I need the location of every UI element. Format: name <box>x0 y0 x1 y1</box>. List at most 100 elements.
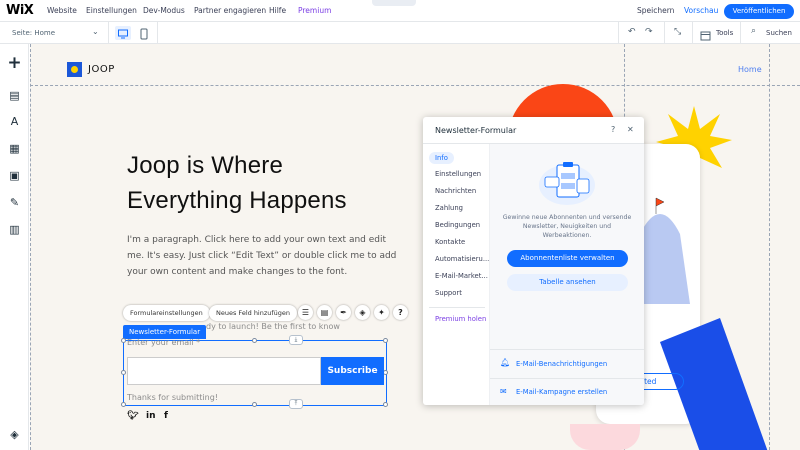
add-elements-icon[interactable]: + <box>7 55 22 72</box>
panel-nav-contacts[interactable]: Kontakte <box>435 238 465 246</box>
panel-nav-support[interactable]: Support <box>435 289 462 297</box>
divider <box>664 22 665 44</box>
layers-icon[interactable]: ◈ <box>7 427 22 442</box>
panel-nav-email-marketing[interactable]: E-Mail-Market... <box>435 272 488 280</box>
chevron-down-icon[interactable]: ⌄ <box>92 27 99 36</box>
design-pen-icon[interactable]: ✒ <box>336 305 351 320</box>
left-sidebar: + ▤ A ▦ ▣ ✎ ▥ ◈ <box>0 44 29 450</box>
site-canvas[interactable]: JOOP Home ust tter rted Joop is Where Ev… <box>30 44 800 450</box>
facebook-icon[interactable]: f <box>164 411 168 421</box>
email-field-label: Enter your email * <box>127 338 201 347</box>
tools-label[interactable]: Tools <box>716 29 733 37</box>
editor-toolbar: Seite: Home ⌄ ↶ ↷ ⤡ Tools ⌕ Suchen <box>0 22 800 44</box>
desktop-icon <box>118 29 128 39</box>
mobile-icon <box>140 28 148 40</box>
add-field-button[interactable]: Neues Feld hinzufügen <box>209 305 298 321</box>
view-table-button[interactable]: Tabelle ansehen <box>507 274 628 291</box>
chevron-up-icon: ⌃ <box>390 0 396 5</box>
blog-icon[interactable]: ✎ <box>7 195 22 210</box>
email-notifications-link[interactable]: E-Mail-Benachrichtigungen <box>516 360 607 368</box>
panel-nav-payment[interactable]: Zahlung <box>435 204 463 212</box>
business-icon[interactable]: ▥ <box>7 222 22 237</box>
search-label[interactable]: Suchen <box>766 29 792 37</box>
pink-shape <box>570 424 640 450</box>
collapse-toolbar-tab[interactable]: ⌃ <box>372 0 416 6</box>
tools-button[interactable] <box>700 27 712 41</box>
media-icon[interactable]: ▣ <box>7 168 22 183</box>
linkedin-icon[interactable]: in <box>146 411 156 421</box>
subscribe-button[interactable]: Subscribe <box>321 357 384 385</box>
brand-logo[interactable] <box>67 62 82 77</box>
form-layout-icon[interactable]: ▤ <box>317 305 332 320</box>
close-icon[interactable]: ✕ <box>627 125 634 134</box>
selection-label[interactable]: Newsletter-Formular <box>123 325 207 339</box>
divider <box>429 307 485 308</box>
resize-handle[interactable] <box>121 370 126 375</box>
search-icon[interactable]: ⌕ <box>751 26 756 36</box>
stretch-icon[interactable]: ✦ <box>374 305 389 320</box>
partially-hidden-text: dy to launch! Be the first to know <box>206 322 340 331</box>
panel-description: Gewinne neue Abonnenten und versende New… <box>502 214 632 239</box>
panel-header: Newsletter-Formular ? ✕ <box>423 117 644 144</box>
resize-handle[interactable] <box>121 402 126 407</box>
panel-nav-settings[interactable]: Einstellungen <box>435 170 481 178</box>
resize-handle[interactable] <box>121 338 126 343</box>
panel-nav-terms[interactable]: Bedingungen <box>435 221 480 229</box>
design-icon[interactable]: A <box>7 114 22 129</box>
menu-help[interactable]: Hilfe <box>269 6 286 15</box>
desktop-view-button[interactable] <box>115 26 131 40</box>
mail-icon: ✉ <box>500 387 507 396</box>
brand-name[interactable]: JOOP <box>88 64 115 75</box>
help-icon[interactable]: ? <box>393 305 408 320</box>
animation-icon[interactable]: ◈ <box>355 305 370 320</box>
hero-headline[interactable]: Joop is Where Everything Happens <box>127 148 427 218</box>
resize-handle[interactable] <box>252 402 257 407</box>
panel-nav-automation[interactable]: Automatisieru... <box>435 255 489 263</box>
sun-icon <box>71 66 78 73</box>
top-menu-bar: WiX Website Einstellungen Dev-Modus Part… <box>0 0 800 22</box>
divider <box>692 22 693 44</box>
layout-icon[interactable]: ☰ <box>298 305 313 320</box>
twitter-icon[interactable]: 🐦︎ <box>127 411 138 421</box>
menu-website[interactable]: Website <box>47 6 77 15</box>
menu-settings[interactable]: Einstellungen <box>86 6 137 15</box>
menu-premium[interactable]: Premium <box>298 6 331 15</box>
panel-nav-messages[interactable]: Nachrichten <box>435 187 476 195</box>
hero-paragraph[interactable]: I'm a paragraph. Click here to add your … <box>127 232 397 280</box>
save-button[interactable]: Speichern <box>637 6 674 15</box>
resize-handle[interactable] <box>383 338 388 343</box>
tools-icon <box>700 31 711 41</box>
stretch-handle-bottom[interactable]: ⤒ <box>289 399 303 409</box>
mobile-view-button[interactable] <box>138 26 150 40</box>
menu-dev-mode[interactable]: Dev-Modus <box>143 6 185 15</box>
zoom-out-icon[interactable]: ⤡ <box>674 27 681 37</box>
page-selector-label: Seite: Home <box>12 29 56 37</box>
resize-handle[interactable] <box>383 402 388 407</box>
resize-handle[interactable] <box>252 338 257 343</box>
page-selector[interactable]: Seite: Home <box>12 29 55 37</box>
divider <box>490 378 644 379</box>
help-icon[interactable]: ? <box>611 125 615 134</box>
preview-button[interactable]: Vorschau <box>684 6 718 15</box>
redo-icon[interactable]: ↷ <box>645 27 653 37</box>
nav-home[interactable]: Home <box>738 65 762 74</box>
panel-nav-info[interactable]: Info <box>429 152 454 164</box>
undo-icon[interactable]: ↶ <box>628 27 636 37</box>
manage-subscribers-button[interactable]: Abonnentenliste verwalten <box>507 250 628 267</box>
panel-title: Newsletter-Formular <box>435 126 517 135</box>
pages-icon[interactable]: ▤ <box>7 88 22 103</box>
email-campaign-link[interactable]: E-Mail-Kampagne erstellen <box>516 388 607 396</box>
headline-line-1: Joop is Where <box>127 152 283 179</box>
stretch-handle-top[interactable]: ⤓ <box>289 335 303 345</box>
divider <box>740 22 741 44</box>
guide-line <box>30 85 800 86</box>
form-settings-button[interactable]: Formulareinstellungen <box>123 305 210 321</box>
email-field[interactable] <box>127 357 321 385</box>
panel-premium-link[interactable]: Premium holen <box>435 315 486 323</box>
thanks-message: Thanks for submitting! <box>127 393 218 402</box>
newsletter-settings-panel: Newsletter-Formular ? ✕ Info Einstellung… <box>423 117 644 405</box>
publish-button[interactable]: Veröffentlichen <box>724 4 794 19</box>
menu-hire-partner[interactable]: Partner engagieren <box>194 6 266 15</box>
apps-icon[interactable]: ▦ <box>7 141 22 156</box>
wix-logo[interactable]: WiX <box>6 3 34 18</box>
